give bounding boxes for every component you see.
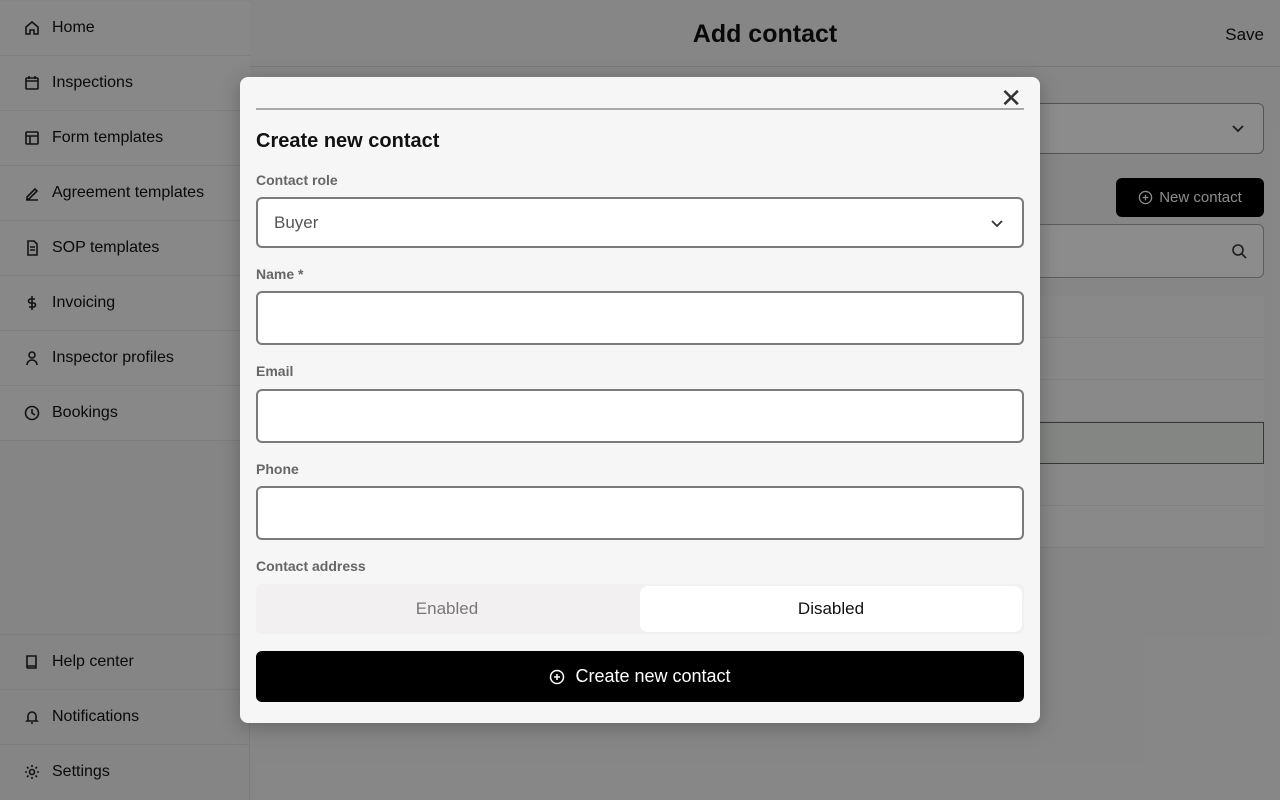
name-label: Name * [256, 266, 304, 282]
phone-label: Phone [256, 461, 299, 477]
create-new-contact-label: Create new contact [575, 666, 731, 686]
email-label: Email [256, 363, 294, 379]
email-field[interactable] [256, 389, 1024, 443]
modal-title: Create new contact [256, 130, 440, 152]
contact-address-label: Contact address [256, 558, 366, 574]
plus-circle-icon [550, 669, 565, 684]
name-field[interactable] [256, 291, 1024, 345]
contact-role-label: Contact role [256, 172, 338, 188]
address-enabled-option[interactable]: Enabled [256, 584, 638, 634]
create-new-contact-button[interactable]: Create new contact [256, 651, 1024, 702]
modal-divider [256, 108, 1024, 110]
contact-role-value: Buyer [274, 212, 319, 232]
phone-field[interactable] [256, 486, 1024, 540]
create-contact-modal: ✕ Create new contact Contact role Buyer … [240, 77, 1040, 723]
contact-role-select[interactable]: Buyer [256, 197, 1024, 248]
chevron-down-icon [991, 220, 1003, 228]
address-disabled-option[interactable]: Disabled [640, 586, 1022, 632]
contact-address-toggle: Enabled Disabled [256, 584, 1024, 634]
